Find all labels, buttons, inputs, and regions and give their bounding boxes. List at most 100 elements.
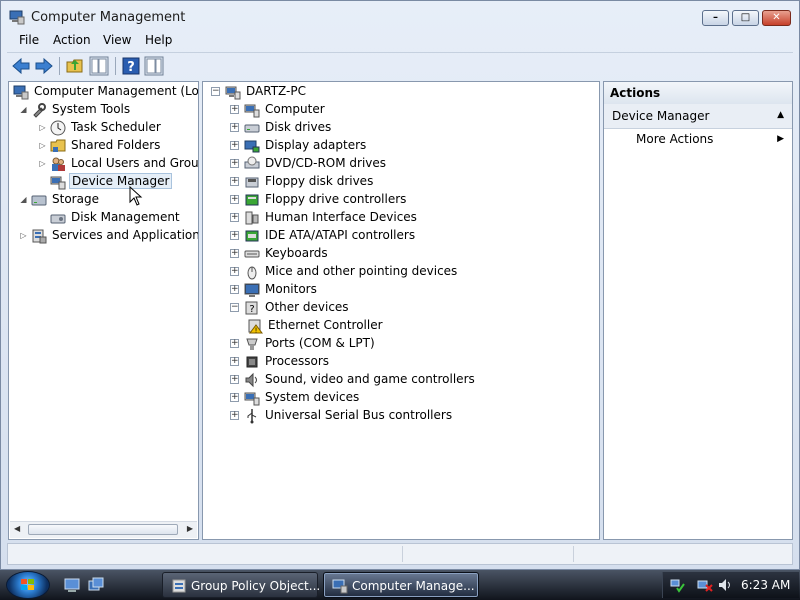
taskbar-button-computer-management[interactable]: Computer Manage... [323, 572, 479, 598]
device-category-item[interactable]: + Computer [230, 101, 560, 119]
taskbar-clock[interactable]: 6:23 AM [741, 578, 790, 592]
scroll-left-icon[interactable]: ◀ [14, 524, 20, 533]
expand-icon[interactable]: + [230, 249, 239, 258]
show-desktop-icon[interactable] [64, 577, 80, 593]
taskbar-button-group-policy[interactable]: Group Policy Object... [162, 572, 320, 598]
tree-node-services-applications[interactable]: ▷ Services and Applications [19, 227, 198, 245]
expand-icon[interactable]: + [230, 141, 239, 150]
collapse-arrow-icon[interactable]: ◢ [19, 195, 28, 204]
device-category-item[interactable]: −? Other devices [230, 299, 560, 317]
windows-logo-icon [21, 579, 34, 590]
collapse-up-icon[interactable]: ▲ [777, 110, 784, 120]
device-tree-pane[interactable]: − DARTZ-PC + Computer + Disk drives + Display… [202, 81, 600, 540]
tree-node-label: Local Users and Groups [71, 156, 199, 170]
show-hide-action-pane-icon[interactable] [144, 56, 164, 76]
expand-icon[interactable]: + [230, 375, 239, 384]
ide-controller-icon [245, 230, 259, 242]
network-disconnected-icon[interactable] [697, 577, 713, 593]
actions-section-device-manager[interactable]: Device Manager ▲ [604, 104, 792, 129]
tree-node-task-scheduler[interactable]: ▷ Task Scheduler [38, 119, 198, 137]
collapse-arrow-icon[interactable]: ◢ [19, 105, 28, 114]
shared-folders-icon [50, 139, 66, 152]
tree-node-disk-management[interactable]: Disk Management [38, 209, 198, 227]
up-folder-icon[interactable] [65, 56, 85, 76]
menu-action[interactable]: Action [53, 33, 91, 47]
more-actions-link[interactable]: More Actions [636, 132, 713, 146]
expand-arrow-icon[interactable]: ▷ [19, 231, 28, 240]
device-category-item[interactable]: + Floppy disk drives [230, 173, 560, 191]
keyboard-icon [244, 250, 260, 258]
device-category-label: Computer [265, 102, 325, 116]
device-category-item[interactable]: ! Ethernet Controller [247, 317, 577, 335]
device-category-item[interactable]: + Human Interface Devices [230, 209, 560, 227]
expand-arrow-icon[interactable]: ▷ [38, 123, 47, 132]
scroll-right-icon[interactable]: ▶ [187, 524, 193, 533]
close-button[interactable]: ✕ [762, 10, 791, 26]
title-bar[interactable]: Computer Management – □ ✕ [1, 1, 799, 31]
horizontal-scrollbar[interactable]: ◀ ▶ [10, 521, 197, 538]
device-tree-root[interactable]: − DARTZ-PC [211, 83, 411, 101]
device-category-label: Processors [265, 354, 330, 368]
device-category-item[interactable]: + IDE ATA/ATAPI controllers [230, 227, 560, 245]
device-category-label: Other devices [265, 300, 349, 314]
menu-view[interactable]: View [103, 33, 131, 47]
device-category-item[interactable]: + Universal Serial Bus controllers [230, 407, 560, 425]
device-category-item[interactable]: + Floppy drive controllers [230, 191, 560, 209]
expand-icon[interactable]: + [230, 105, 239, 114]
mouse-icon [247, 266, 257, 280]
expand-icon[interactable]: + [230, 231, 239, 240]
show-hide-tree-icon[interactable] [89, 56, 109, 76]
expand-icon[interactable]: + [230, 213, 239, 222]
device-category-item[interactable]: + Keyboards [230, 245, 560, 263]
menu-file[interactable]: File [19, 33, 39, 47]
device-tree-root-label: DARTZ-PC [246, 84, 306, 98]
maximize-button[interactable]: □ [732, 10, 759, 26]
expand-icon[interactable]: + [230, 339, 239, 348]
tree-node-device-manager[interactable]: Device Manager [38, 173, 198, 191]
device-category-item[interactable]: + Disk drives [230, 119, 560, 137]
tree-node-shared-folders[interactable]: ▷ Shared Folders [38, 137, 198, 155]
device-category-item[interactable]: + Display adapters [230, 137, 560, 155]
expand-icon[interactable]: + [230, 267, 239, 276]
device-category-item[interactable]: + Ports (COM & LPT) [230, 335, 560, 353]
expand-icon[interactable]: + [230, 123, 239, 132]
tree-node-storage[interactable]: ◢ Storage [19, 191, 189, 209]
device-category-item[interactable]: + Processors [230, 353, 560, 371]
hid-icon [245, 211, 259, 225]
tree-node-local-users-groups[interactable]: ▷ Local Users and Groups [38, 155, 199, 173]
device-category-label: Monitors [265, 282, 317, 296]
console-tree-pane[interactable]: Computer Management (Local ◢ System Tool… [8, 81, 199, 540]
forward-arrow-icon[interactable] [34, 56, 54, 76]
tree-node-system-tools[interactable]: ◢ System Tools [19, 101, 189, 119]
tree-node-computer-management[interactable]: Computer Management (Local [13, 83, 198, 101]
device-category-item[interactable]: + Mice and other pointing devices [230, 263, 560, 281]
help-icon[interactable]: ? [121, 56, 141, 76]
start-button[interactable] [6, 571, 50, 599]
expand-icon[interactable]: + [230, 285, 239, 294]
expand-icon[interactable]: + [230, 195, 239, 204]
collapse-icon[interactable]: − [211, 87, 220, 96]
minimize-button[interactable]: – [702, 10, 729, 26]
expand-icon[interactable]: + [230, 411, 239, 420]
device-category-item[interactable]: + Sound, video and game controllers [230, 371, 560, 389]
expand-icon[interactable]: + [230, 159, 239, 168]
switch-windows-icon[interactable] [88, 577, 104, 593]
device-category-label: IDE ATA/ATAPI controllers [265, 228, 416, 242]
scrollbar-thumb[interactable] [28, 524, 178, 535]
network-status-icon[interactable] [669, 577, 685, 593]
back-arrow-icon[interactable] [11, 56, 31, 76]
menu-help[interactable]: Help [145, 33, 172, 47]
toolbar-separator [59, 57, 60, 75]
expand-icon[interactable]: + [230, 357, 239, 366]
actions-pane: Actions Device Manager ▲ More Actions ▶ [603, 81, 793, 540]
toolbar-separator [115, 57, 116, 75]
expand-arrow-icon[interactable]: ▷ [38, 141, 47, 150]
expand-icon[interactable]: + [230, 393, 239, 402]
device-category-item[interactable]: + System devices [230, 389, 560, 407]
volume-icon[interactable] [717, 577, 733, 593]
collapse-icon[interactable]: − [230, 303, 239, 312]
device-category-item[interactable]: + Monitors [230, 281, 560, 299]
device-category-item[interactable]: + DVD/CD-ROM drives [230, 155, 560, 173]
expand-icon[interactable]: + [230, 177, 239, 186]
expand-arrow-icon[interactable]: ▷ [38, 159, 47, 168]
